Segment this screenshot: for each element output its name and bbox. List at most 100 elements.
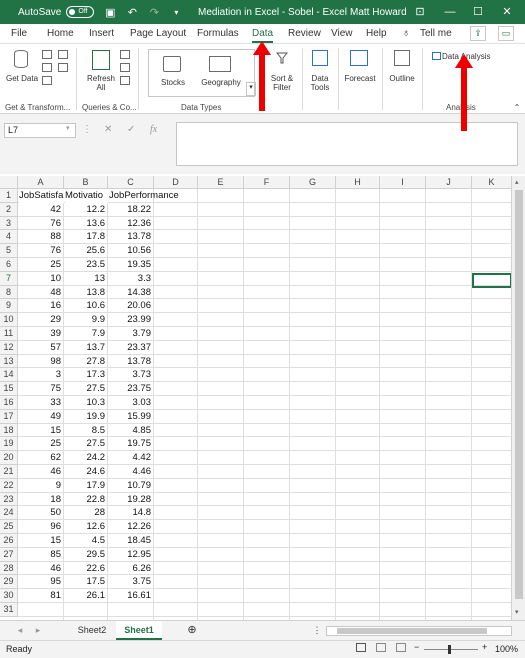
page-layout-view-icon[interactable]	[376, 643, 386, 652]
forecast-button[interactable]: Forecast	[342, 74, 378, 83]
data-cell[interactable]: 98	[18, 355, 63, 369]
from-text-icon[interactable]	[42, 50, 52, 59]
recent-sources-icon[interactable]	[58, 50, 68, 59]
row-header[interactable]: 21	[0, 465, 18, 479]
stocks-button[interactable]: Stocks	[153, 78, 193, 87]
data-cell[interactable]: 33	[18, 396, 63, 410]
row-header[interactable]: 8	[0, 285, 18, 300]
close-button[interactable]: ✕	[492, 0, 522, 24]
column-header-d[interactable]: D	[154, 176, 198, 189]
data-cell[interactable]: 15	[18, 534, 63, 548]
data-cell[interactable]: 62	[18, 451, 63, 465]
data-cell[interactable]: 15.99	[108, 410, 153, 424]
data-cell[interactable]: 10.6	[64, 299, 107, 313]
row-header[interactable]: 15	[0, 382, 18, 396]
data-cell[interactable]: 14.38	[108, 286, 153, 300]
data-cell[interactable]: 88	[18, 230, 63, 244]
normal-view-icon[interactable]	[356, 643, 366, 652]
data-cell[interactable]: 16.61	[108, 589, 153, 603]
row-header[interactable]: 30	[0, 589, 18, 603]
zoom-in-icon[interactable]: +	[482, 642, 487, 652]
vertical-scrollbar[interactable]: ▴ ▾	[511, 176, 525, 620]
column-header-j[interactable]: J	[426, 176, 472, 189]
maximize-button[interactable]: ☐	[463, 0, 493, 24]
row-header[interactable]: 6	[0, 258, 18, 272]
data-cell[interactable]: 13.78	[108, 355, 153, 369]
data-cell[interactable]: 17.5	[64, 575, 107, 589]
data-cell[interactable]: 13.8	[64, 286, 107, 300]
properties-icon[interactable]	[120, 63, 130, 72]
data-cell[interactable]: 15	[18, 424, 63, 438]
next-sheet-icon[interactable]: ▸	[32, 621, 44, 640]
redo-icon[interactable]: ↷	[148, 6, 160, 19]
row-header[interactable]: 4	[0, 230, 18, 245]
data-cell[interactable]: 9	[18, 479, 63, 493]
data-cell[interactable]: 13	[64, 272, 107, 286]
data-cell[interactable]: 24.2	[64, 451, 107, 465]
row-header[interactable]: 28	[0, 561, 18, 576]
data-cell[interactable]: 42	[18, 203, 63, 217]
ribbon-display-icon[interactable]: ⊡	[405, 0, 435, 24]
sheet-tab-sheet2[interactable]: Sheet2	[70, 621, 114, 640]
enter-entry-icon[interactable]: ✓	[127, 124, 135, 135]
column-header-g[interactable]: G	[290, 176, 336, 189]
data-cell[interactable]: 23.99	[108, 313, 153, 327]
horizontal-scrollbar[interactable]	[326, 626, 512, 636]
zoom-slider-thumb[interactable]	[448, 645, 451, 654]
geography-button[interactable]: Geography	[197, 78, 245, 87]
header-cell[interactable]: Motivatio	[65, 189, 108, 203]
data-cell[interactable]: 27.8	[64, 355, 107, 369]
row-header[interactable]: 17	[0, 409, 18, 424]
row-header[interactable]: 24	[0, 506, 18, 521]
data-cell[interactable]: 22.6	[64, 562, 107, 576]
data-cell[interactable]: 76	[18, 217, 63, 231]
user-name[interactable]: Matt Howard	[350, 7, 407, 18]
page-break-view-icon[interactable]	[396, 643, 406, 652]
row-header[interactable]: 2	[0, 202, 18, 217]
scroll-up-icon[interactable]: ▴	[515, 178, 519, 186]
row-header[interactable]: 11	[0, 327, 18, 341]
edit-links-icon[interactable]	[120, 76, 130, 85]
row-header[interactable]: 22	[0, 478, 18, 493]
scroll-down-icon[interactable]: ▾	[515, 608, 519, 616]
data-cell[interactable]: 19.35	[108, 258, 153, 272]
data-cell[interactable]: 96	[18, 520, 63, 534]
data-types-more-icon[interactable]: ▾	[246, 82, 256, 96]
tab-splitter-icon[interactable]: ⋮	[312, 621, 322, 640]
column-header-a[interactable]: A	[18, 176, 64, 189]
data-cell[interactable]: 14.8	[108, 506, 153, 520]
data-cell[interactable]: 57	[18, 341, 63, 355]
outline-button[interactable]: Outline	[386, 74, 418, 83]
row-header[interactable]: 3	[0, 216, 18, 231]
row-header[interactable]: 7	[0, 271, 18, 286]
column-header-h[interactable]: H	[336, 176, 380, 189]
data-cell[interactable]: 13.7	[64, 341, 107, 355]
row-header[interactable]: 25	[0, 520, 18, 534]
row-header[interactable]: 20	[0, 451, 18, 465]
data-cell[interactable]: 3	[18, 368, 63, 382]
column-header-f[interactable]: F	[244, 176, 290, 189]
tab-review[interactable]: Review	[288, 28, 321, 39]
add-sheet-button[interactable]: ⊕	[184, 621, 200, 640]
queries-connections-icon[interactable]	[120, 50, 130, 59]
data-cell[interactable]: 18.45	[108, 534, 153, 548]
data-cell[interactable]: 85	[18, 548, 63, 562]
data-cell[interactable]: 46	[18, 465, 63, 479]
column-header-i[interactable]: I	[380, 176, 426, 189]
data-cell[interactable]: 27.5	[64, 382, 107, 396]
data-cell[interactable]: 10	[18, 272, 63, 286]
data-cell[interactable]: 18	[18, 493, 63, 507]
cancel-entry-icon[interactable]: ✕	[104, 124, 112, 135]
data-cell[interactable]: 95	[18, 575, 63, 589]
column-header-k[interactable]: K	[472, 176, 511, 189]
data-cell[interactable]: 76	[18, 244, 63, 258]
data-cell[interactable]: 22.8	[64, 493, 107, 507]
row-header[interactable]: 9	[0, 299, 18, 314]
data-cell[interactable]: 8.5	[64, 424, 107, 438]
data-cell[interactable]: 3.03	[108, 396, 153, 410]
row-header[interactable]: 27	[0, 547, 18, 562]
select-all-corner[interactable]	[0, 176, 18, 189]
data-cell[interactable]: 81	[18, 589, 63, 603]
data-cell[interactable]: 20.06	[108, 299, 153, 313]
header-cell[interactable]: JobPerformance	[109, 189, 199, 203]
